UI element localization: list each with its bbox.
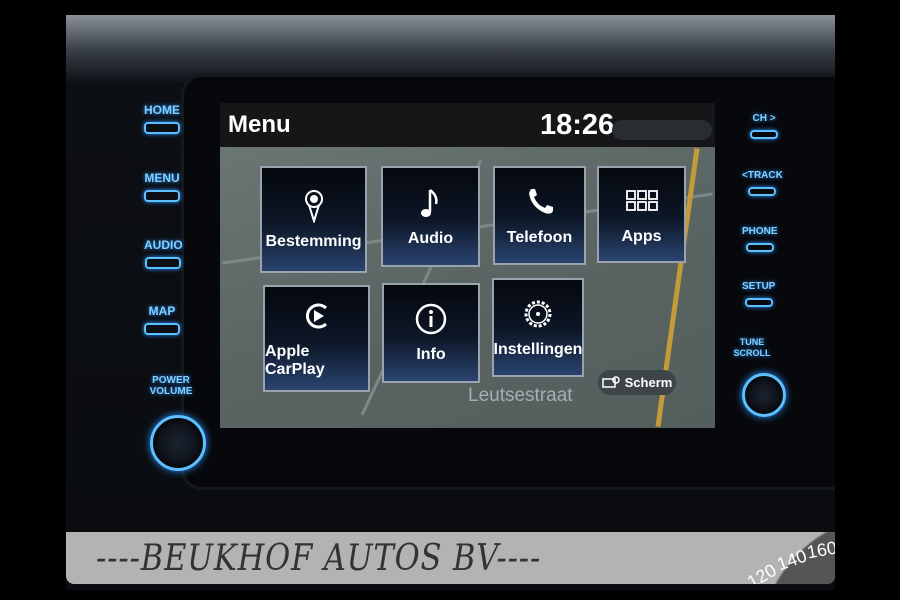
speedo-tick: 140: [774, 545, 810, 575]
clock: 18:26: [540, 109, 615, 141]
tile-audio[interactable]: Audio: [381, 166, 480, 267]
speedometer-graphic: 120 140 160: [685, 532, 835, 584]
track-button[interactable]: <TRACK: [742, 170, 783, 196]
power-volume-label: POWER VOLUME: [146, 375, 196, 397]
map-label: MAP: [148, 304, 176, 318]
menu-button[interactable]: MENU: [144, 171, 180, 202]
tile-apple-carplay[interactable]: Apple CarPlay: [263, 285, 370, 392]
music-note-icon: [420, 188, 438, 217]
power-volume-knob[interactable]: [150, 415, 206, 471]
tile-label: Bestemming: [265, 232, 362, 250]
speedo-tick: 120: [743, 559, 780, 584]
tile-label: Apps: [621, 227, 662, 245]
menu-label: MENU: [144, 171, 180, 185]
home-label: HOME: [144, 103, 180, 117]
tune-scroll-knob[interactable]: [742, 373, 786, 417]
infotainment-screen: Menu 18:26 Bestemming Audio Telefoon App…: [220, 103, 715, 428]
tile-telefoon[interactable]: Telefoon: [493, 166, 586, 265]
scherm-label: Scherm: [624, 375, 673, 390]
top-bar: Menu 18:26: [220, 103, 715, 147]
screen-settings-icon: [601, 375, 620, 388]
audio-label: AUDIO: [144, 238, 183, 252]
status-indicator: [612, 120, 712, 140]
home-button[interactable]: HOME: [144, 103, 180, 134]
tile-bestemming[interactable]: Bestemming: [260, 166, 367, 273]
phone-label: PHONE: [742, 226, 778, 237]
map-button[interactable]: MAP: [144, 304, 180, 335]
apps-grid-icon: [625, 189, 658, 211]
setup-label: SETUP: [742, 281, 776, 292]
audio-button[interactable]: AUDIO: [144, 238, 183, 269]
speedo-tick: 160: [805, 537, 835, 563]
tile-label: Apple CarPlay: [265, 342, 325, 378]
carplay-icon: [305, 303, 327, 328]
tile-instellingen[interactable]: Instellingen: [492, 278, 584, 377]
tile-label: Info: [416, 346, 446, 363]
map-pin-icon: [304, 189, 323, 223]
tile-info[interactable]: Info: [382, 283, 480, 383]
ch-button[interactable]: CH >: [750, 113, 778, 139]
power-volume-text: POWER VOLUME: [149, 375, 193, 397]
ch-label: CH >: [752, 113, 776, 124]
scherm-button[interactable]: Scherm: [598, 370, 676, 395]
tile-apps[interactable]: Apps: [597, 166, 686, 263]
dealer-name: ----BEUKHOF AUTOS BV----: [96, 538, 542, 579]
tune-scroll-text: TUNE SCROLL: [733, 337, 771, 358]
phone-button[interactable]: PHONE: [742, 226, 778, 252]
current-street: Leutsestraat: [468, 385, 573, 406]
page-title: Menu: [228, 111, 291, 138]
tune-scroll-label: TUNE SCROLL: [733, 337, 771, 359]
gear-icon: [524, 300, 552, 327]
tile-label: Telefoon: [506, 228, 573, 246]
track-label: <TRACK: [742, 170, 783, 181]
setup-button[interactable]: SETUP: [742, 281, 775, 307]
info-icon: [415, 303, 447, 335]
phone-icon: [528, 188, 553, 214]
tile-label: Instellingen: [493, 340, 583, 358]
tile-label: Audio: [407, 229, 454, 247]
dealer-banner: ----BEUKHOF AUTOS BV---- 120 140 160: [66, 532, 835, 584]
